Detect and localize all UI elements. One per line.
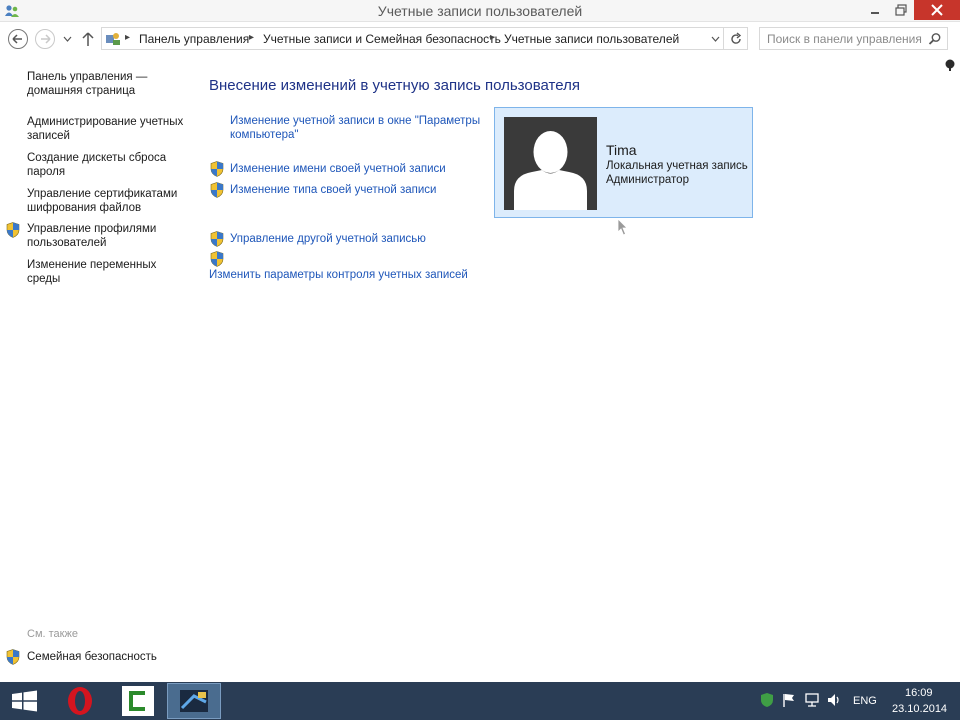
title-bar: Учетные записи пользователей: [0, 0, 960, 22]
taskbar-opera[interactable]: [53, 683, 107, 719]
breadcrumb-accounts-family[interactable]: Учетные записи и Семейная безопасность: [263, 32, 501, 46]
uac-shield-icon: [6, 649, 20, 665]
back-arrow-icon: [12, 34, 22, 44]
sidebar-item-reset-disk[interactable]: Создание дискеты сброса пароля: [27, 151, 166, 179]
sidebar-item-label: Изменение переменных: [27, 259, 157, 271]
refresh-icon: [731, 32, 742, 44]
sidebar-item-family-safety[interactable]: Семейная безопасность: [27, 650, 157, 664]
link-uac-settings[interactable]: Изменить параметры контроля учетных запи…: [209, 268, 468, 282]
breadcrumb-separator-icon: ▸: [490, 32, 496, 43]
navigation-bar: ▸ Панель управления ▸ Учетные записи и С…: [0, 22, 960, 56]
address-dropdown-icon[interactable]: [711, 36, 720, 42]
account-type: Локальная учетная запись: [606, 160, 748, 172]
sidebar-item-label: Управление профилями: [27, 223, 157, 235]
search-box[interactable]: Поиск в панели управления: [759, 27, 948, 50]
clock-time[interactable]: 16:09: [905, 687, 933, 699]
sidebar-item-label: среды: [27, 273, 61, 285]
sidebar-item-label: Панель управления —: [27, 71, 148, 83]
sidebar-item-label: Управление сертификатами: [27, 188, 178, 200]
uac-shield-icon: [6, 222, 20, 238]
sidebar-item-label: Создание дискеты сброса: [27, 152, 167, 164]
user-name: Tima: [606, 142, 637, 158]
start-button[interactable]: [6, 682, 44, 720]
account-role: Администратор: [606, 174, 689, 186]
volume-icon[interactable]: [826, 692, 842, 708]
maximize-button[interactable]: [888, 0, 914, 20]
sidebar-item-label: записей: [27, 130, 70, 142]
action-center-flag-icon[interactable]: [782, 692, 796, 708]
taskbar-control-panel[interactable]: [167, 683, 221, 719]
sidebar-item-label: домашняя страница: [27, 85, 136, 97]
see-also-heading: См. также: [27, 628, 78, 640]
sidebar-item-profiles[interactable]: Управление профилями пользователей: [27, 222, 156, 250]
search-icon[interactable]: [928, 32, 942, 46]
link-label: Изменение учетной записи в окне "Парамет…: [230, 115, 481, 127]
windows-logo-icon: [12, 690, 37, 712]
link-change-type[interactable]: Изменение типа своей учетной записи: [230, 183, 436, 197]
link-label: компьютера": [230, 129, 299, 141]
camtasia-icon: [122, 686, 154, 716]
sidebar-item-environment[interactable]: Изменение переменных среды: [27, 258, 156, 286]
help-icon[interactable]: [945, 58, 955, 71]
sidebar-item-account-admin[interactable]: Администрирование учетных записей: [27, 115, 183, 143]
control-panel-icon: [180, 690, 208, 712]
refresh-button[interactable]: [724, 27, 748, 50]
recent-pages-chevron-icon[interactable]: [63, 36, 72, 42]
uac-shield-icon: [210, 182, 224, 198]
restore-icon: [895, 4, 907, 16]
minimize-icon: [871, 12, 879, 14]
forward-button[interactable]: [35, 29, 55, 49]
network-shield-icon[interactable]: [760, 692, 774, 708]
clock-date[interactable]: 23.10.2014: [892, 703, 947, 715]
up-arrow-icon[interactable]: [81, 31, 95, 47]
uac-shield-icon: [210, 251, 224, 267]
sidebar-item-label: шифрования файлов: [27, 202, 142, 214]
sidebar-item-label: пользователей: [27, 237, 107, 249]
language-indicator[interactable]: ENG: [853, 695, 877, 707]
opera-icon: [68, 687, 92, 715]
link-pc-settings-account[interactable]: Изменение учетной записи в окне "Парамет…: [230, 114, 480, 142]
sidebar-item-home[interactable]: Панель управления — домашняя страница: [27, 70, 147, 98]
breadcrumb-user-accounts[interactable]: Учетные записи пользователей: [504, 32, 679, 46]
breadcrumb-separator-icon: ▸: [125, 32, 131, 43]
close-button[interactable]: [914, 0, 960, 20]
close-icon: [931, 4, 943, 16]
control-panel-icon: [106, 33, 120, 45]
address-bar[interactable]: ▸ Панель управления ▸ Учетные записи и С…: [101, 27, 724, 50]
taskbar-camtasia[interactable]: [111, 683, 165, 719]
back-button[interactable]: [8, 29, 28, 49]
avatar: [504, 117, 597, 210]
breadcrumb-control-panel[interactable]: Панель управления: [139, 32, 249, 46]
mouse-cursor-icon: [617, 218, 628, 236]
taskbar: ENG 16:09 23.10.2014: [0, 682, 960, 720]
sidebar-item-certificates[interactable]: Управление сертификатами шифрования файл…: [27, 187, 177, 215]
sidebar-item-label: Администрирование учетных: [27, 116, 184, 128]
network-icon[interactable]: [804, 692, 820, 708]
link-manage-other-account[interactable]: Управление другой учетной записью: [230, 232, 426, 246]
search-input[interactable]: Поиск в панели управления: [767, 32, 922, 46]
forward-arrow-icon: [41, 34, 51, 44]
sidebar-item-label: пароля: [27, 166, 66, 178]
window-title: Учетные записи пользователей: [377, 3, 583, 19]
minimize-button[interactable]: [862, 0, 888, 20]
breadcrumb-separator-icon: ▸: [249, 32, 255, 43]
uac-shield-icon: [210, 231, 224, 247]
page-heading: Внесение изменений в учетную запись поль…: [209, 77, 580, 94]
link-change-name[interactable]: Изменение имени своей учетной записи: [230, 162, 446, 176]
user-account-card: Tima Локальная учетная запись Администра…: [494, 107, 753, 218]
uac-shield-icon: [210, 161, 224, 177]
user-silhouette-icon: [504, 117, 597, 210]
